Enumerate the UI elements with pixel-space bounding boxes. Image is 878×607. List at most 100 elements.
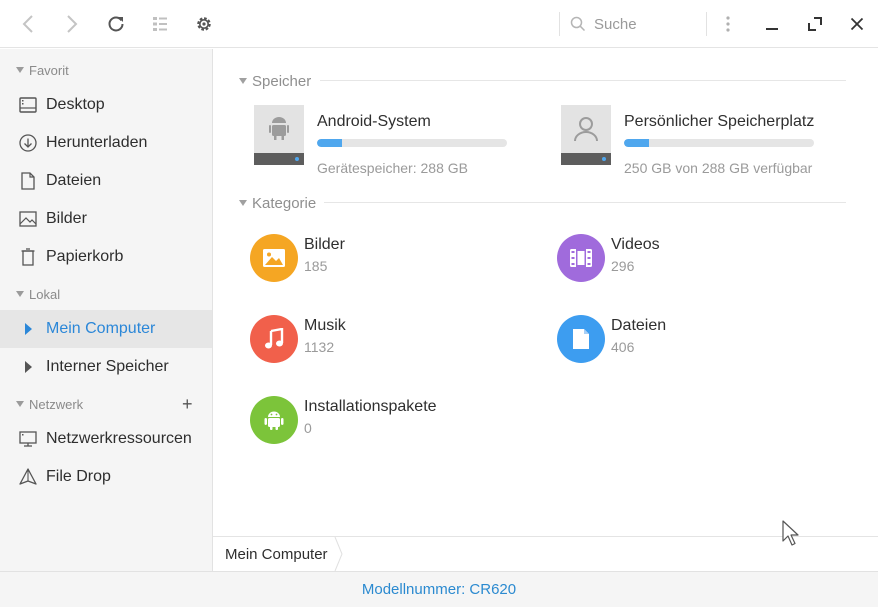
- sidebar-item-label: Papierkorb: [46, 248, 124, 265]
- sidebar-section-favorites[interactable]: Favorit: [0, 59, 213, 81]
- sidebar-item-internal-storage[interactable]: Interner Speicher: [0, 348, 212, 386]
- image-icon: [263, 249, 285, 267]
- sidebar-item-my-computer[interactable]: Mein Computer: [0, 310, 212, 348]
- chevron-left-icon: [22, 15, 33, 33]
- sidebar-item-pictures[interactable]: Bilder: [0, 200, 212, 238]
- section-title: Kategorie: [252, 194, 317, 212]
- arrow-right-icon[interactable]: [18, 357, 38, 377]
- category-icon-bg: [250, 396, 298, 444]
- search-input[interactable]: [594, 15, 694, 33]
- refresh-icon: [108, 16, 124, 32]
- search-box[interactable]: [559, 12, 707, 36]
- film-icon: [570, 249, 592, 267]
- main-content: Speicher Android-System Gerätespeicher: …: [213, 49, 878, 535]
- category-count: 296: [611, 258, 635, 274]
- category-icon-bg: [557, 234, 605, 282]
- drive-capacity: 250 GB von 288 GB verfügbar: [624, 160, 813, 176]
- sidebar-section-network[interactable]: Netzwerk +: [0, 393, 213, 415]
- drive-android-system[interactable]: Android-System Gerätespeicher: 288 GB: [254, 105, 524, 185]
- image-icon: [18, 209, 38, 229]
- sidebar-item-files[interactable]: Dateien: [0, 162, 212, 200]
- arrow-right-icon[interactable]: [18, 319, 38, 339]
- category-count: 0: [304, 420, 312, 436]
- minimize-button[interactable]: [760, 12, 784, 36]
- drive-usage-bar: [317, 139, 507, 147]
- breadcrumb-item-my-computer[interactable]: Mein Computer: [213, 537, 342, 571]
- category-name: Dateien: [611, 317, 667, 334]
- settings-button[interactable]: [192, 12, 216, 36]
- collapse-triangle-icon: [16, 291, 24, 297]
- drive-usage-bar: [624, 139, 814, 147]
- sidebar-item-desktop[interactable]: Desktop: [0, 86, 212, 124]
- sidebar: Favorit Desktop Herunterladen Dateien Bi…: [0, 49, 213, 571]
- category-count: 185: [304, 258, 328, 274]
- list-view-icon: [153, 17, 167, 31]
- maximize-icon: [808, 17, 822, 31]
- document-icon: [573, 329, 589, 349]
- category-icon-bg: [250, 234, 298, 282]
- model-number-text: Modellnummer: CR620: [361, 581, 517, 598]
- breadcrumb: Mein Computer: [213, 536, 878, 571]
- sidebar-section-label: Favorit: [29, 62, 69, 78]
- sidebar-item-trash[interactable]: Papierkorb: [0, 238, 212, 276]
- more-menu-button[interactable]: [716, 12, 740, 36]
- sidebar-item-label: Herunterladen: [46, 134, 148, 151]
- android-icon: [264, 411, 284, 430]
- drive-capacity: Gerätespeicher: 288 GB: [317, 160, 468, 176]
- paper-plane-icon: [18, 467, 38, 487]
- sidebar-item-file-drop[interactable]: File Drop: [0, 458, 212, 496]
- maximize-button[interactable]: [803, 12, 827, 36]
- collapse-triangle-icon: [239, 200, 247, 206]
- drive-name: Persönlicher Speicherplatz: [624, 113, 815, 130]
- category-icon-bg: [250, 315, 298, 363]
- status-bar: Modellnummer: CR620: [0, 571, 878, 607]
- category-pictures[interactable]: Bilder 185: [250, 234, 450, 284]
- collapse-triangle-icon: [239, 78, 247, 84]
- gear-icon: [197, 17, 211, 31]
- more-vertical-icon: [726, 16, 730, 32]
- sidebar-item-label: Interner Speicher: [46, 358, 169, 375]
- add-network-button[interactable]: +: [182, 395, 193, 413]
- sidebar-item-label: Mein Computer: [46, 320, 156, 337]
- search-icon: [570, 16, 586, 32]
- section-header-storage[interactable]: Speicher: [239, 71, 311, 91]
- section-divider: [320, 80, 846, 81]
- sidebar-item-label: Dateien: [46, 172, 102, 189]
- download-icon: [18, 133, 38, 153]
- back-button[interactable]: [16, 12, 40, 36]
- drive-usage-fill: [624, 139, 649, 147]
- collapse-triangle-icon: [16, 67, 24, 73]
- category-install-packages[interactable]: Installationspakete 0: [250, 396, 490, 446]
- category-icon-bg: [557, 315, 605, 363]
- music-note-icon: [265, 328, 284, 349]
- category-name: Installationspakete: [304, 398, 437, 415]
- sidebar-item-network-resources[interactable]: Netzwerkressourcen: [0, 420, 212, 458]
- file-icon: [18, 171, 38, 191]
- minimize-icon: [766, 28, 778, 30]
- toolbar: [0, 0, 878, 48]
- category-count: 1132: [304, 339, 335, 355]
- breadcrumb-separator-icon: [334, 537, 343, 571]
- category-count: 406: [611, 339, 635, 355]
- view-mode-button[interactable]: [148, 12, 172, 36]
- section-header-category[interactable]: Kategorie: [239, 193, 316, 213]
- category-documents[interactable]: Dateien 406: [557, 315, 757, 365]
- sidebar-section-label: Lokal: [29, 286, 61, 302]
- forward-button[interactable]: [60, 12, 84, 36]
- sidebar-item-label: File Drop: [46, 468, 111, 485]
- category-name: Musik: [304, 317, 346, 334]
- category-music[interactable]: Musik 1132: [250, 315, 450, 365]
- desktop-icon: [18, 95, 38, 115]
- drive-personal-storage[interactable]: Persönlicher Speicherplatz 250 GB von 28…: [561, 105, 851, 185]
- drive-name: Android-System: [317, 113, 431, 130]
- category-videos[interactable]: Videos 296: [557, 234, 757, 284]
- sidebar-item-downloads[interactable]: Herunterladen: [0, 124, 212, 162]
- android-drive-icon: [254, 105, 304, 165]
- sidebar-item-label: Desktop: [46, 96, 105, 113]
- category-name: Bilder: [304, 236, 345, 253]
- sidebar-section-local[interactable]: Lokal: [0, 283, 213, 305]
- close-button[interactable]: [845, 12, 869, 36]
- section-divider: [324, 202, 846, 203]
- section-title: Speicher: [252, 72, 312, 90]
- refresh-button[interactable]: [104, 12, 128, 36]
